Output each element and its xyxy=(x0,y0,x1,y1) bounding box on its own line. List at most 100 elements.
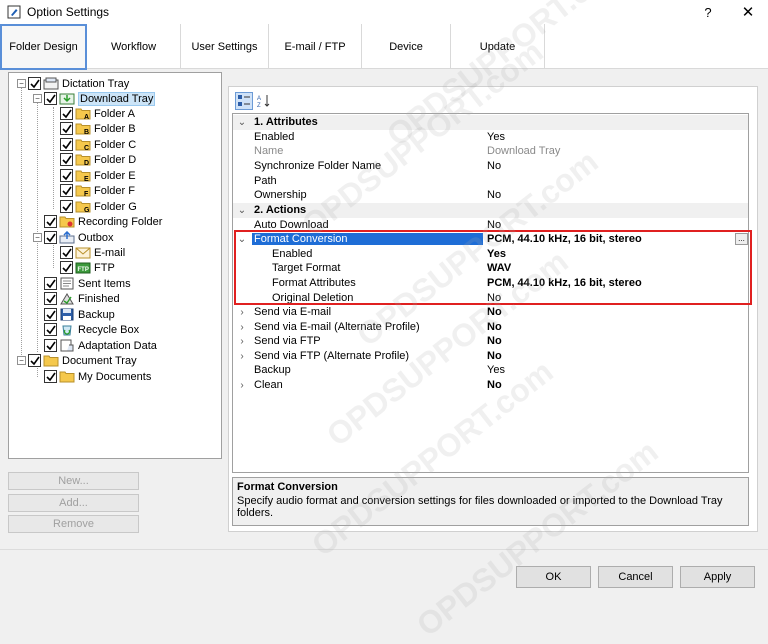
chevron-right-icon[interactable]: › xyxy=(237,322,247,333)
add-button[interactable]: Add... xyxy=(8,494,139,512)
tab-device[interactable]: Device xyxy=(362,24,451,69)
checkbox[interactable] xyxy=(28,77,41,90)
property-value[interactable]: No xyxy=(487,306,502,318)
checkbox[interactable] xyxy=(60,169,73,182)
tree-item-backup[interactable]: Backup xyxy=(44,307,115,322)
property-row[interactable]: Original Deletion No xyxy=(233,291,748,306)
property-value[interactable]: No xyxy=(487,350,502,362)
new-button[interactable]: New... xyxy=(8,472,139,490)
tree-item-outbox[interactable]: − Outbox xyxy=(33,230,113,245)
collapse-toggle[interactable]: − xyxy=(33,233,42,242)
property-value[interactable]: No xyxy=(487,189,501,201)
checkbox[interactable] xyxy=(60,184,73,197)
property-value[interactable]: No xyxy=(487,379,502,391)
property-value[interactable]: No xyxy=(487,219,501,231)
tree-item-adaptation-data[interactable]: Adaptation Data xyxy=(44,338,157,353)
chevron-right-icon[interactable]: › xyxy=(237,307,247,318)
checkbox[interactable] xyxy=(60,153,73,166)
tree-item-folder-d[interactable]: D Folder D xyxy=(60,152,136,167)
tree-item-sent-items[interactable]: Sent Items xyxy=(44,276,131,291)
tree-item-my-documents[interactable]: My Documents xyxy=(44,369,151,384)
apply-button[interactable]: Apply xyxy=(680,566,755,588)
collapse-toggle[interactable]: − xyxy=(17,356,26,365)
checkbox[interactable] xyxy=(44,215,57,228)
tab-folder-design[interactable]: Folder Design xyxy=(0,24,87,70)
tree-item-download-tray[interactable]: − Download Tray xyxy=(33,91,156,106)
property-value[interactable]: Yes xyxy=(487,248,506,260)
chevron-down-icon[interactable]: ⌄ xyxy=(237,205,247,216)
property-row[interactable]: Target Format WAV xyxy=(233,261,748,276)
ok-button[interactable]: OK xyxy=(516,566,591,588)
tree-item-ftp[interactable]: FTP FTP xyxy=(60,260,115,275)
property-value[interactable]: PCM, 44.10 kHz, 16 bit, stereo xyxy=(487,233,642,245)
property-value[interactable]: No xyxy=(487,335,502,347)
property-row[interactable]: Enabled Yes xyxy=(233,247,748,262)
tab-update[interactable]: Update xyxy=(451,24,545,69)
property-value[interactable]: No xyxy=(487,160,501,172)
tree-item-folder-a[interactable]: A Folder A xyxy=(60,106,135,121)
property-row[interactable]: Enabled Yes xyxy=(233,130,748,145)
tree-item-folder-f[interactable]: F Folder F xyxy=(60,183,135,198)
checkbox[interactable] xyxy=(60,138,73,151)
property-value[interactable]: Yes xyxy=(487,131,505,143)
checkbox[interactable] xyxy=(44,339,57,352)
chevron-down-icon[interactable]: ⌄ xyxy=(237,117,247,128)
tab-user-settings[interactable]: User Settings xyxy=(181,24,269,69)
tree-item-finished[interactable]: Finished xyxy=(44,291,120,306)
tree-item-folder-g[interactable]: G Folder G xyxy=(60,199,137,214)
chevron-right-icon[interactable]: › xyxy=(237,380,247,391)
checkbox[interactable] xyxy=(44,292,57,305)
cancel-button[interactable]: Cancel xyxy=(598,566,673,588)
remove-button[interactable]: Remove xyxy=(8,515,139,533)
tree-item-folder-b[interactable]: B Folder B xyxy=(60,121,136,136)
close-button[interactable]: ✕ xyxy=(730,0,766,24)
property-row[interactable]: Synchronize Folder Name No xyxy=(233,159,748,174)
categorized-view-button[interactable] xyxy=(235,92,253,110)
category-actions[interactable]: ⌄ 2. Actions xyxy=(233,203,748,218)
checkbox[interactable] xyxy=(28,354,41,367)
chevron-right-icon[interactable]: › xyxy=(237,351,247,362)
property-row-selected[interactable]: ⌄ Format Conversion PCM, 44.10 kHz, 16 b… xyxy=(233,232,748,247)
chevron-down-icon[interactable]: ⌄ xyxy=(237,234,247,245)
property-row[interactable]: Backup Yes xyxy=(233,363,748,378)
property-value[interactable]: Download Tray xyxy=(487,145,560,157)
property-row[interactable]: Ownership No xyxy=(233,188,748,203)
collapse-toggle[interactable]: − xyxy=(33,94,42,103)
property-value[interactable]: No xyxy=(487,321,502,333)
tree-item-recording-folder[interactable]: Recording Folder xyxy=(44,214,162,229)
property-row[interactable]: › Send via FTP No xyxy=(233,334,748,349)
property-row[interactable]: Auto Download No xyxy=(233,218,748,233)
property-row[interactable]: Path xyxy=(233,174,748,189)
checkbox[interactable] xyxy=(60,122,73,135)
checkbox[interactable] xyxy=(44,308,57,321)
property-row[interactable]: Name Download Tray xyxy=(233,144,748,159)
checkbox[interactable] xyxy=(44,277,57,290)
checkbox[interactable] xyxy=(60,246,73,259)
folder-tree[interactable]: − Dictation Tray − Download Tray A Folde… xyxy=(8,72,222,459)
tree-item-folder-c[interactable]: C Folder C xyxy=(60,137,136,152)
browse-button[interactable]: ... xyxy=(735,233,748,246)
property-value[interactable]: PCM, 44.10 kHz, 16 bit, stereo xyxy=(487,277,642,289)
tree-item-dictation-tray[interactable]: − Dictation Tray xyxy=(17,76,129,91)
tree-item-document-tray[interactable]: − Document Tray xyxy=(17,353,137,368)
property-value[interactable]: WAV xyxy=(487,262,511,274)
property-row[interactable]: › Send via E-mail No xyxy=(233,305,748,320)
collapse-toggle[interactable]: − xyxy=(17,79,26,88)
property-grid[interactable]: ⌄ 1. Attributes Enabled Yes Name Downloa… xyxy=(232,113,749,473)
checkbox[interactable] xyxy=(60,107,73,120)
checkbox[interactable] xyxy=(60,261,73,274)
property-row[interactable]: › Send via FTP (Alternate Profile) No xyxy=(233,349,748,364)
tree-item-folder-e[interactable]: E Folder E xyxy=(60,168,136,183)
alphabetical-sort-button[interactable]: AZ xyxy=(255,92,273,110)
property-value[interactable]: Yes xyxy=(487,364,505,376)
checkbox[interactable] xyxy=(44,370,57,383)
property-row[interactable]: Format Attributes PCM, 44.10 kHz, 16 bit… xyxy=(233,276,748,291)
property-row[interactable]: › Send via E-mail (Alternate Profile) No xyxy=(233,320,748,335)
tree-item-email[interactable]: E-mail xyxy=(60,245,125,260)
tab-workflow[interactable]: Workflow xyxy=(87,24,181,69)
checkbox[interactable] xyxy=(44,92,57,105)
checkbox[interactable] xyxy=(44,323,57,336)
checkbox[interactable] xyxy=(60,200,73,213)
property-value[interactable]: No xyxy=(487,292,501,304)
tree-item-recycle-box[interactable]: Recycle Box xyxy=(44,322,139,337)
